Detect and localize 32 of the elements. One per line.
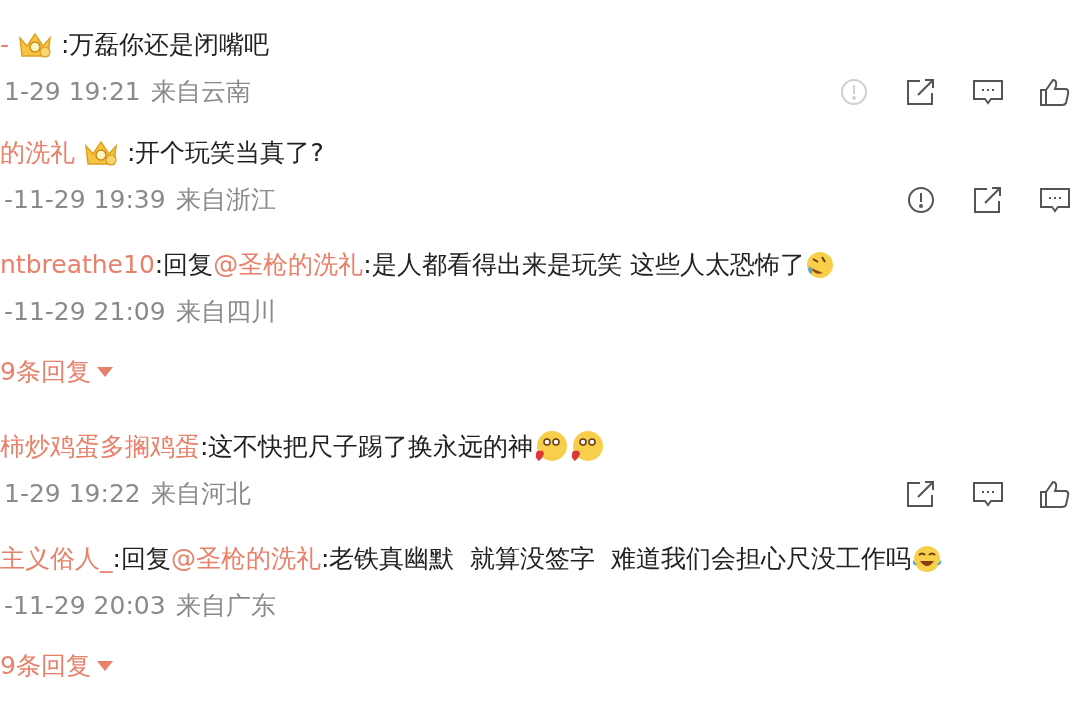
reply-text: :是人都看得出来是玩笑 这些人太恐怖了 [363, 249, 805, 282]
caret-down-icon [96, 367, 113, 377]
comment-time: 1-29 19:21 [4, 76, 141, 109]
more-replies-link[interactable]: 9条回复 [0, 642, 113, 690]
comment-time: -11-29 19:39 [4, 184, 166, 217]
username-link[interactable]: @圣枪的洗礼 [170, 540, 321, 578]
comment-time: 1-29 19:22 [4, 478, 141, 511]
tears-of-joy-emoji-icon [911, 543, 944, 575]
comment-location: 来自四川 [175, 296, 276, 329]
comment-text: :这不快把尺子踢了换永远的神 [200, 431, 534, 464]
comment-location: 来自河北 [150, 478, 251, 511]
username-link[interactable]: ntbreathe10 [0, 246, 155, 284]
comment-text: :开个玩笑当真了? [127, 137, 324, 170]
caret-down-icon [96, 661, 113, 671]
reply-text: :老铁真幽默 就算没签字 难道我们会担心尺没工作吗 [320, 543, 912, 576]
more-replies-link[interactable]: 9条回复 [0, 348, 113, 396]
reply-label: :回复 [112, 543, 171, 576]
reply-label: :回复 [154, 249, 214, 282]
comment-time: -11-29 20:03 [4, 590, 166, 623]
thumbs-up-icon[interactable] [1038, 478, 1072, 510]
thumbs-up-icon[interactable] [1038, 76, 1072, 108]
username-link[interactable]: @圣枪的洗礼 [213, 246, 364, 284]
laughing-crying-emoji-icon [804, 250, 835, 280]
username-link[interactable]: 柿炒鸡蛋多搁鸡蛋 [0, 428, 200, 466]
username-link[interactable]: 主义俗人_ [0, 540, 113, 578]
comment-time: -11-29 21:09 [4, 296, 166, 329]
username-link[interactable]: - [0, 26, 10, 64]
comment-location: 来自广东 [175, 590, 276, 623]
comment-location: 来自浙江 [175, 184, 276, 217]
username-link[interactable]: 的洗礼 [0, 134, 75, 172]
comment-text: :万磊你还是闭嘴吧 [61, 29, 270, 62]
comment-location: 来自云南 [150, 76, 251, 109]
